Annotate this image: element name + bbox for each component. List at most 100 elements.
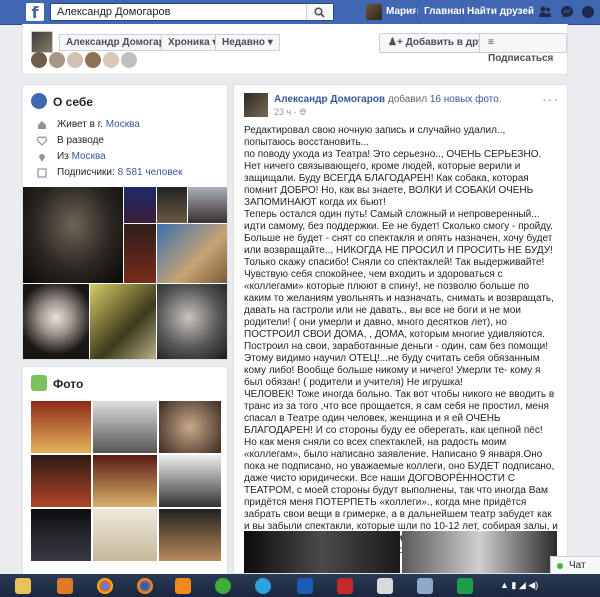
chat-button[interactable]: Чат [550, 556, 600, 576]
profile-photo-hat[interactable] [157, 224, 227, 283]
follow-label: Подписаться [488, 53, 554, 64]
taskbar-telegram[interactable] [250, 576, 276, 595]
notifications-icon[interactable] [581, 5, 595, 19]
post-photos-link[interactable]: 16 новых фото [430, 94, 499, 105]
photo-thumbnail[interactable] [31, 455, 91, 507]
lives-in-row: Живет в г. Москва [57, 119, 140, 130]
more-options-icon[interactable]: ··· [542, 91, 559, 107]
heart-icon [37, 136, 47, 146]
post-period: . [498, 94, 502, 105]
taskbar-app-green[interactable] [210, 576, 236, 595]
profile-photo-clown[interactable] [23, 284, 89, 359]
profile-navigation-strip: Александр Домогаров Хроника ▾ Недавно ▾ … [22, 24, 568, 75]
firefox-icon [137, 578, 153, 594]
hangouts-icon [457, 578, 473, 594]
tray-icons[interactable]: ▲ ▮ ◢ ◀) [500, 580, 538, 591]
followers-icon [37, 168, 47, 178]
chat-label: Чат [569, 560, 586, 571]
find-friends-link[interactable]: Найти друзей [467, 6, 534, 17]
photo-thumbnail[interactable] [31, 509, 91, 561]
post-paragraph: Редактировал свою ночную запись и случай… [244, 125, 506, 148]
photos-title: Фото [53, 377, 84, 391]
post-paragraph: по поводу ухода из Театра! Это серьезно.… [244, 149, 542, 208]
photo-thumbnail[interactable] [93, 509, 157, 561]
followers-count-link[interactable]: 8 581 человек [118, 167, 183, 178]
timeline-post: Александр Домогаров добавил 16 новых фот… [233, 84, 568, 574]
taskbar-app-eye[interactable] [292, 576, 318, 595]
about-card: О себе Живет в г. Москва В разводе Из Мо… [22, 84, 228, 360]
chrome-icon [97, 578, 113, 594]
profile-photo-stage[interactable] [124, 187, 156, 223]
profile-photo-portrait[interactable] [157, 187, 187, 223]
taskbar-media-player[interactable] [52, 576, 78, 595]
post-paragraph: ЧЕЛОВЕК! Тоже иногда больно. Так вот что… [244, 389, 555, 436]
profile-photo-lion[interactable] [23, 187, 123, 283]
profile-photo-bw-portrait[interactable] [157, 284, 227, 359]
friend-avatar[interactable] [121, 52, 137, 68]
search-button[interactable] [306, 4, 333, 20]
friend-avatar[interactable] [67, 52, 83, 68]
user-avatar[interactable] [366, 4, 382, 20]
add-friend-icon: ♟+ [388, 37, 403, 48]
search-query-text[interactable]: Александр Домогаров [57, 6, 170, 18]
follow-button[interactable]: ≡ Подписаться [479, 33, 567, 64]
user-profile-link[interactable]: Мария [386, 6, 418, 17]
post-author-link[interactable]: Александр Домогаров [274, 94, 385, 105]
green-app-icon [215, 578, 231, 594]
post-text: Редактировал свою ночную запись и случай… [244, 125, 558, 569]
from-label: Из [57, 151, 72, 162]
post-author-avatar[interactable] [244, 93, 268, 117]
post-timestamp[interactable]: 23 ч · 🌐︎ [274, 107, 306, 118]
post-photo[interactable] [402, 531, 557, 573]
photo-thumbnail[interactable] [31, 401, 91, 453]
taskbar-firefox[interactable] [132, 576, 158, 595]
photos-card: Фото [22, 366, 228, 578]
recent-dropdown[interactable]: Недавно ▾ [215, 34, 280, 51]
post-action-text: добавил [385, 94, 430, 105]
photo-thumbnail[interactable] [159, 509, 221, 561]
friend-avatar[interactable] [103, 52, 119, 68]
telegram-icon [255, 578, 271, 594]
profile-photo-actor[interactable] [124, 224, 156, 283]
from-city-link[interactable]: Москва [72, 151, 106, 162]
taskbar-file-explorer[interactable] [10, 576, 36, 595]
top-navigation-bar: f Александр Домогаров Мария Главная Найт… [0, 0, 600, 25]
globe-icon [31, 93, 47, 109]
profile-photo-couple[interactable] [90, 284, 156, 359]
photo-thumbnail[interactable] [159, 401, 221, 453]
lives-in-city-link[interactable]: Москва [106, 119, 140, 130]
image-viewer-icon [417, 578, 433, 594]
photo-thumbnail[interactable] [93, 401, 157, 453]
friend-requests-icon[interactable] [538, 5, 552, 19]
os-taskbar: ▲ ▮ ◢ ◀) [0, 574, 600, 597]
search-icon [314, 7, 325, 18]
taskbar-notes[interactable] [372, 576, 398, 595]
nav-divider [416, 5, 417, 19]
location-pin-icon [39, 154, 45, 162]
friend-avatar[interactable] [31, 52, 47, 68]
taskbar-hangouts[interactable] [452, 576, 478, 595]
profile-photo-group[interactable] [188, 187, 227, 223]
recent-label: Недавно [222, 37, 265, 48]
taskbar-odnoklassniki[interactable] [170, 576, 196, 595]
search-input[interactable]: Александр Домогаров [50, 3, 334, 21]
photo-thumbnail[interactable] [93, 455, 157, 507]
friend-avatar[interactable] [85, 52, 101, 68]
folder-icon [15, 578, 31, 594]
taskbar-app-red[interactable] [332, 576, 358, 595]
home-link[interactable]: Главная [424, 6, 465, 17]
post-photo[interactable] [244, 531, 400, 573]
relationship-row: В разводе [57, 135, 104, 146]
photo-thumbnail[interactable] [159, 455, 221, 507]
chevron-down-icon: ▾ [267, 37, 273, 48]
media-player-icon [57, 578, 73, 594]
messenger-icon[interactable] [560, 5, 574, 19]
profile-thumbnail[interactable] [31, 31, 53, 53]
home-icon [38, 121, 46, 129]
post-time: 23 ч · [274, 107, 300, 117]
facebook-logo[interactable]: f [26, 3, 44, 22]
friend-avatar[interactable] [49, 52, 65, 68]
taskbar-chrome[interactable] [92, 576, 118, 595]
about-title: О себе [53, 95, 93, 109]
taskbar-app-image[interactable] [412, 576, 438, 595]
